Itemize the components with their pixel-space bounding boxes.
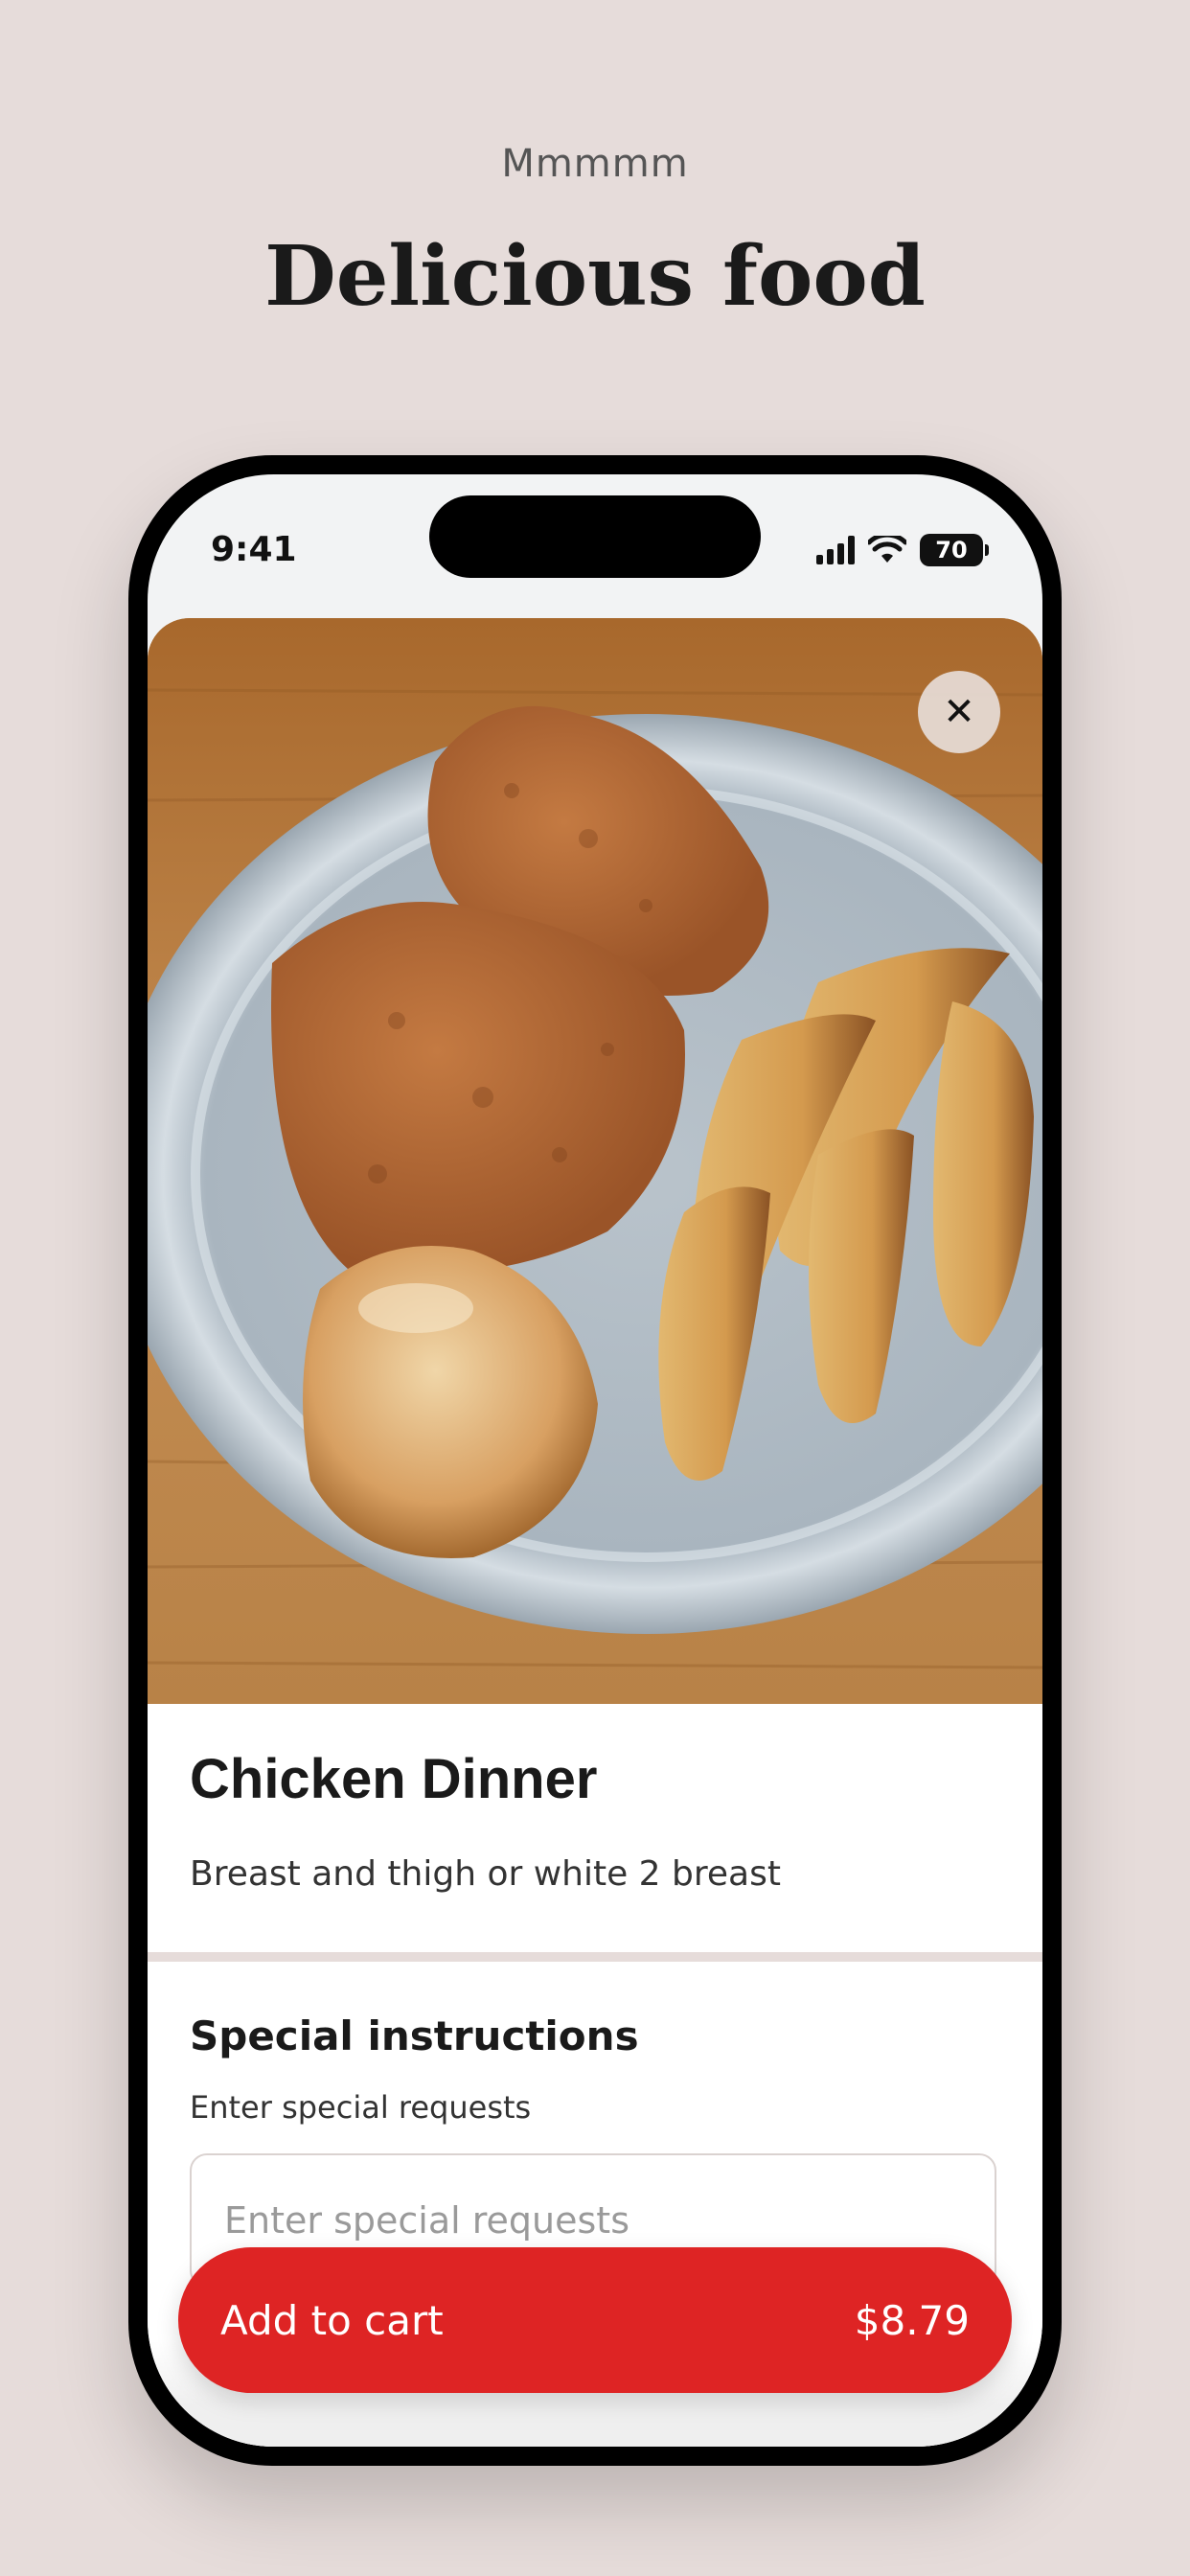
add-to-cart-button[interactable]: Add to cart $8.79 — [178, 2247, 1012, 2393]
promo-eyebrow: Mmmmm — [501, 142, 689, 186]
item-title: Chicken Dinner — [190, 1748, 598, 1810]
status-bar: 9:41 70 — [148, 474, 1042, 599]
section-divider — [148, 1952, 1042, 1962]
phone-screen: 9:41 70 ✕ Chicken Dinner Breast and thig… — [148, 474, 1042, 2447]
special-instructions-title: Special instructions — [190, 2012, 639, 2059]
add-to-cart-label: Add to cart — [220, 2296, 444, 2344]
status-icons: 70 — [816, 534, 989, 566]
battery-icon: 70 — [920, 534, 989, 566]
status-time: 9:41 — [211, 530, 297, 569]
close-button[interactable]: ✕ — [918, 671, 1000, 753]
special-instructions-label: Enter special requests — [190, 2089, 532, 2126]
cart-price: $8.79 — [854, 2296, 970, 2344]
promo-headline: Delicious food — [264, 228, 926, 325]
item-detail-sheet: ✕ Chicken Dinner Breast and thigh or whi… — [148, 618, 1042, 2447]
dynamic-island — [429, 495, 761, 578]
phone-frame: 9:41 70 ✕ Chicken Dinner Breast and thig… — [128, 455, 1062, 2466]
item-description: Breast and thigh or white 2 breast — [190, 1854, 781, 1894]
wifi-icon — [868, 536, 906, 563]
food-photo — [148, 618, 1042, 1704]
cellular-signal-icon — [816, 536, 855, 564]
close-icon: ✕ — [943, 690, 975, 734]
